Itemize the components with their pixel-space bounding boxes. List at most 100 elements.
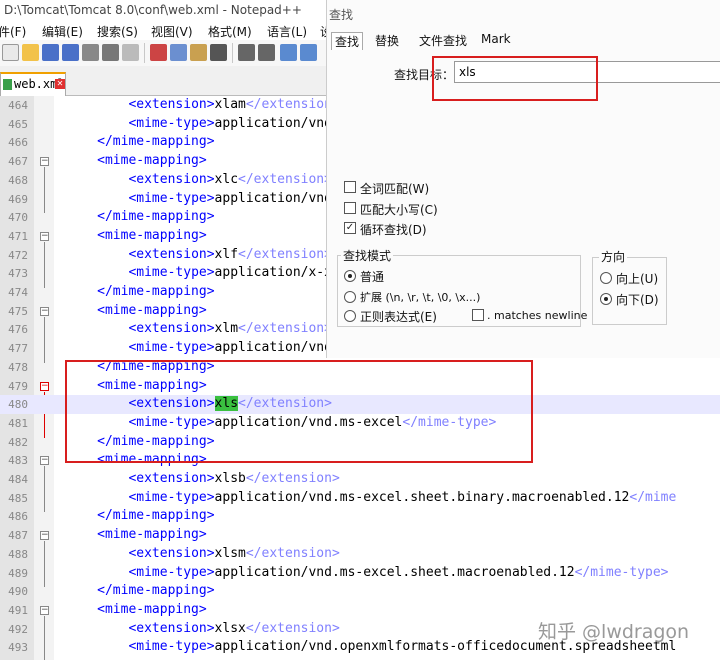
- menu-item[interactable]: 视图(V): [151, 23, 193, 40]
- find-dialog-tabs: 查找 替换 文件查找 Mark: [327, 28, 720, 50]
- file-saved-icon: [3, 79, 12, 90]
- tab-web-xml[interactable]: web.xml ✕: [0, 72, 66, 96]
- code-text: </mime-mapping>: [58, 209, 214, 224]
- line-number: 471: [8, 229, 28, 243]
- fold-toggle-icon[interactable]: −: [40, 306, 49, 316]
- code-text: <mime-mapping>: [58, 602, 207, 617]
- xml-open-tag: <mime-type>: [128, 265, 215, 281]
- cut-icon[interactable]: [150, 44, 167, 61]
- code-text: <extension>xlsx</extension>: [58, 620, 339, 636]
- line-number: 482: [8, 435, 28, 449]
- mode-extended-radio[interactable]: [344, 291, 356, 303]
- code-line: 485 <mime-type>application/vnd.ms-excel.…: [0, 489, 720, 508]
- new-file-icon[interactable]: [2, 44, 19, 61]
- direction-up-radio[interactable]: [600, 272, 612, 284]
- code-line: 490 </mime-mapping>: [0, 582, 720, 601]
- code-line: 488 <extension>xlsm</extension>: [0, 545, 720, 564]
- tab-find-in-files[interactable]: 文件查找: [419, 32, 467, 49]
- fold-toggle-icon[interactable]: −: [40, 531, 49, 541]
- xml-open-tag: <mime-type>: [128, 115, 215, 131]
- code-text: <extension>xlam</extension>: [58, 97, 339, 112]
- code-line: 489 <mime-type>application/vnd.ms-excel.…: [0, 564, 720, 583]
- xml-text: application/vnd.ms-excel.sheet.macroenab…: [214, 564, 575, 580]
- fold-toggle-icon[interactable]: −: [40, 456, 49, 466]
- match-case-label: 匹配大小写(C): [360, 203, 438, 217]
- line-number: 488: [8, 547, 28, 561]
- xml-open-tag: <mime-type>: [128, 564, 215, 580]
- redo-icon[interactable]: [258, 44, 275, 61]
- line-number: 468: [8, 173, 28, 187]
- menu-item[interactable]: 件(F): [0, 23, 26, 40]
- xml-open-tag: <mime-type>: [128, 489, 215, 505]
- match-case-checkbox[interactable]: [344, 202, 356, 214]
- matches-newline-checkbox[interactable]: [472, 309, 484, 321]
- xml-open-tag: <extension>: [128, 171, 215, 187]
- code-text: </mime-mapping>: [58, 134, 214, 149]
- line-number: 492: [8, 622, 28, 636]
- tab-replace[interactable]: 替换: [375, 32, 399, 49]
- xml-text: xlf: [214, 246, 239, 262]
- line-number: 486: [8, 510, 28, 524]
- menu-item[interactable]: 编辑(E): [42, 23, 83, 40]
- xml-close-tag: </extension>: [238, 246, 332, 262]
- save-icon[interactable]: [42, 44, 59, 61]
- code-text: <extension>xlm</extension>: [58, 321, 332, 336]
- tab-find[interactable]: 查找: [331, 32, 364, 50]
- code-line: 486 </mime-mapping>: [0, 507, 720, 526]
- line-number: 464: [8, 99, 28, 112]
- print-icon[interactable]: [122, 44, 139, 61]
- menu-item[interactable]: 搜索(S): [97, 23, 138, 40]
- matches-newline-label: . matches newline: [487, 309, 588, 322]
- mode-regex-radio[interactable]: [344, 310, 356, 322]
- fold-toggle-icon[interactable]: −: [40, 157, 49, 167]
- wrap-around-checkbox[interactable]: ✓: [344, 222, 356, 234]
- line-number: 481: [8, 416, 28, 430]
- tab-mark[interactable]: Mark: [481, 32, 511, 46]
- menu-item[interactable]: 格式(M): [208, 23, 252, 40]
- line-number: 485: [8, 491, 28, 505]
- replace-icon[interactable]: [300, 44, 317, 61]
- direction-down-radio[interactable]: [600, 293, 612, 305]
- find-dialog-title: 查找: [329, 8, 354, 22]
- copy-icon[interactable]: [170, 44, 187, 61]
- xml-text: application/vnd.ms-excel.sheet.binary.ma…: [214, 489, 630, 505]
- paste-icon[interactable]: [190, 44, 207, 61]
- search-mode-title: 查找模式: [341, 247, 394, 264]
- line-number: 493: [8, 641, 28, 655]
- save-all-icon[interactable]: [62, 44, 79, 61]
- xml-close-tag: </extension>: [238, 171, 332, 187]
- xml-close-tag: </mime-mapping>: [97, 508, 215, 524]
- xml-close-tag: </extension>: [245, 471, 340, 486]
- direction-title: 方向: [599, 248, 628, 265]
- xml-open-tag: <extension>: [128, 471, 215, 486]
- line-number: 472: [8, 248, 28, 262]
- code-text: <mime-mapping>: [58, 228, 207, 243]
- menu-item[interactable]: 语言(L): [267, 23, 307, 40]
- xml-close-tag: </extension>: [238, 321, 332, 337]
- close-file-icon[interactable]: [82, 44, 99, 61]
- line-number: 467: [8, 155, 28, 169]
- open-file-icon[interactable]: [22, 44, 39, 61]
- whole-word-checkbox[interactable]: [344, 181, 356, 193]
- find-icon[interactable]: [280, 44, 297, 61]
- undo-icon[interactable]: [238, 44, 255, 61]
- find-input-annotation-box: [432, 56, 598, 101]
- code-text: </mime-mapping>: [58, 508, 215, 524]
- fold-toggle-icon[interactable]: −: [40, 605, 49, 615]
- line-number: 475: [8, 304, 28, 318]
- xml-open-tag: <mime-type>: [128, 340, 215, 356]
- line-number: 479: [8, 379, 28, 393]
- close-all-icon[interactable]: [102, 44, 119, 61]
- xml-open-tag: <extension>: [128, 97, 215, 112]
- delete-icon[interactable]: [210, 44, 227, 61]
- watermark: 知乎 @lwdragon: [538, 621, 690, 643]
- line-number: 490: [8, 585, 28, 599]
- line-number: 470: [8, 211, 28, 225]
- xml-text: xlsx: [214, 620, 246, 636]
- mode-normal-radio[interactable]: [344, 270, 356, 282]
- fold-toggle-icon[interactable]: −: [40, 381, 49, 391]
- window-title: D:\Tomcat\Tomcat 8.0\conf\web.xml - Note…: [4, 3, 302, 17]
- xml-close-tag: </mime-mapping>: [97, 583, 215, 599]
- fold-toggle-icon[interactable]: −: [40, 231, 49, 241]
- close-tab-icon[interactable]: ✕: [55, 79, 65, 89]
